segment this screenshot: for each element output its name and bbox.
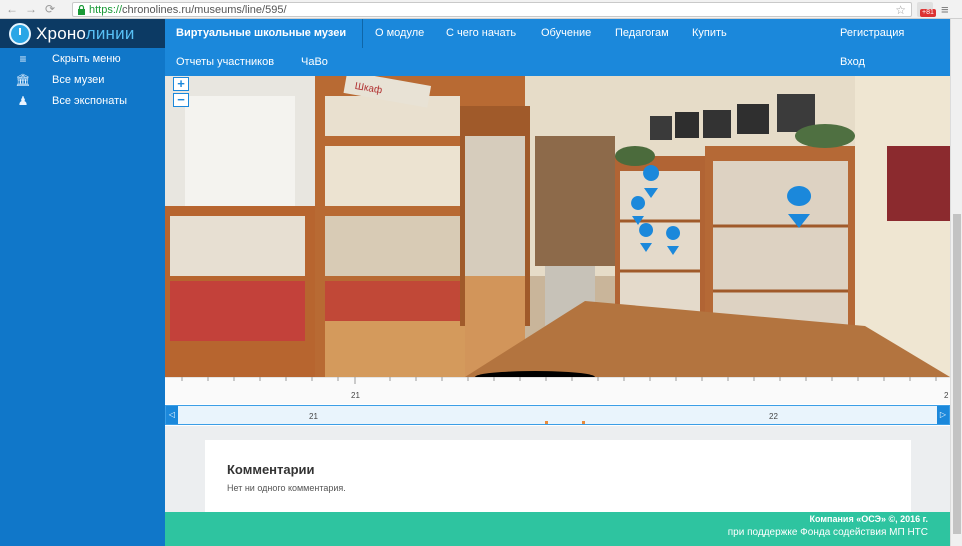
logo-text: Хронолинии <box>36 23 135 43</box>
comments-card: Комментарии Нет ни одного комментария. <box>205 440 911 512</box>
timeline[interactable]: 21 2 ◁ ▷ 21 22 <box>165 377 950 426</box>
top-navigation: Виртуальные школьные музеи О модуле С че… <box>165 19 950 76</box>
footer-support: при поддержке Фонда содействия МП НТС <box>727 527 928 538</box>
museum-icon: 🏛 <box>15 72 31 87</box>
sidebar: Хронолинии ≡ Скрыть меню 🏛 Все музеи ♟ В… <box>0 19 165 546</box>
nav-buy[interactable]: Купить <box>692 27 727 39</box>
footer: Компания «ОСЭ» ©, 2016 г. при поддержке … <box>165 512 950 546</box>
nav-about[interactable]: О модуле <box>375 27 424 39</box>
sidebar-item-hide-menu[interactable]: ≡ Скрыть меню <box>0 48 165 69</box>
zoom-out-button[interactable]: − <box>173 93 189 107</box>
url-scheme: https:// <box>89 3 123 16</box>
sidebar-item-all-museums[interactable]: 🏛 Все музеи <box>0 69 165 90</box>
lock-icon <box>78 4 85 15</box>
exhibit-icon: ♟ <box>17 93 29 108</box>
timeline-track[interactable]: ◁ ▷ 21 22 <box>165 405 950 425</box>
browser-toolbar: ← → ⟳ https:// chronolines.ru/museums/li… <box>0 0 962 19</box>
address-bar[interactable]: https:// chronolines.ru/museums/line/595… <box>72 2 912 17</box>
extension-badge: +81 <box>920 9 936 17</box>
logo[interactable]: Хронолинии <box>0 19 165 48</box>
forward-button[interactable]: → <box>24 2 38 16</box>
timeline-right-arrow-icon[interactable]: ▷ <box>937 406 949 424</box>
comments-title: Комментарии <box>227 462 315 477</box>
sidebar-item-label: Все экспонаты <box>52 94 128 107</box>
nav-training[interactable]: Обучение <box>541 27 591 39</box>
footer-copyright: Компания «ОСЭ» ©, 2016 г. <box>809 514 929 524</box>
panorama-viewer[interactable]: Шкаф + − <box>165 76 950 377</box>
nav-getting-started[interactable]: С чего начать <box>446 27 516 39</box>
hamburger-icon: ≡ <box>19 51 27 66</box>
museum-panorama-image: Шкаф <box>165 76 950 377</box>
nav-login[interactable]: Вход <box>840 56 865 68</box>
sidebar-item-label: Скрыть меню <box>52 52 121 65</box>
scrollbar-thumb[interactable] <box>953 214 961 534</box>
reload-button[interactable]: ⟳ <box>43 2 57 16</box>
timeline-track-label: 22 <box>769 412 778 421</box>
clock-logo-icon <box>9 22 31 45</box>
page-scrollbar[interactable] <box>950 19 962 546</box>
timeline-ruler-label: 21 <box>351 391 360 400</box>
bookmark-star-icon[interactable]: ☆ <box>895 3 906 17</box>
sidebar-item-label: Все музеи <box>52 73 105 86</box>
nav-divider <box>362 19 363 48</box>
browser-menu-icon[interactable]: ≡ <box>941 2 949 17</box>
nav-register[interactable]: Регистрация <box>840 27 904 39</box>
sidebar-item-all-exhibits[interactable]: ♟ Все экспонаты <box>0 90 165 111</box>
comments-empty-text: Нет ни одного комментария. <box>227 483 346 493</box>
timeline-event-mark[interactable] <box>582 421 585 424</box>
timeline-ruler <box>165 377 950 404</box>
timeline-left-arrow-icon[interactable]: ◁ <box>166 406 178 424</box>
nav-virtual-museums[interactable]: Виртуальные школьные музеи <box>176 27 346 39</box>
nav-faq[interactable]: ЧаВо <box>301 56 328 68</box>
nav-teachers[interactable]: Педагогам <box>615 27 669 39</box>
timeline-ruler-label: 2 <box>944 391 949 400</box>
timeline-event-mark[interactable] <box>545 421 548 424</box>
url-path: chronolines.ru/museums/line/595/ <box>122 3 287 16</box>
nav-reports[interactable]: Отчеты участников <box>176 56 274 68</box>
timeline-track-label: 21 <box>309 412 318 421</box>
back-button[interactable]: ← <box>5 2 19 16</box>
zoom-in-button[interactable]: + <box>173 77 189 91</box>
